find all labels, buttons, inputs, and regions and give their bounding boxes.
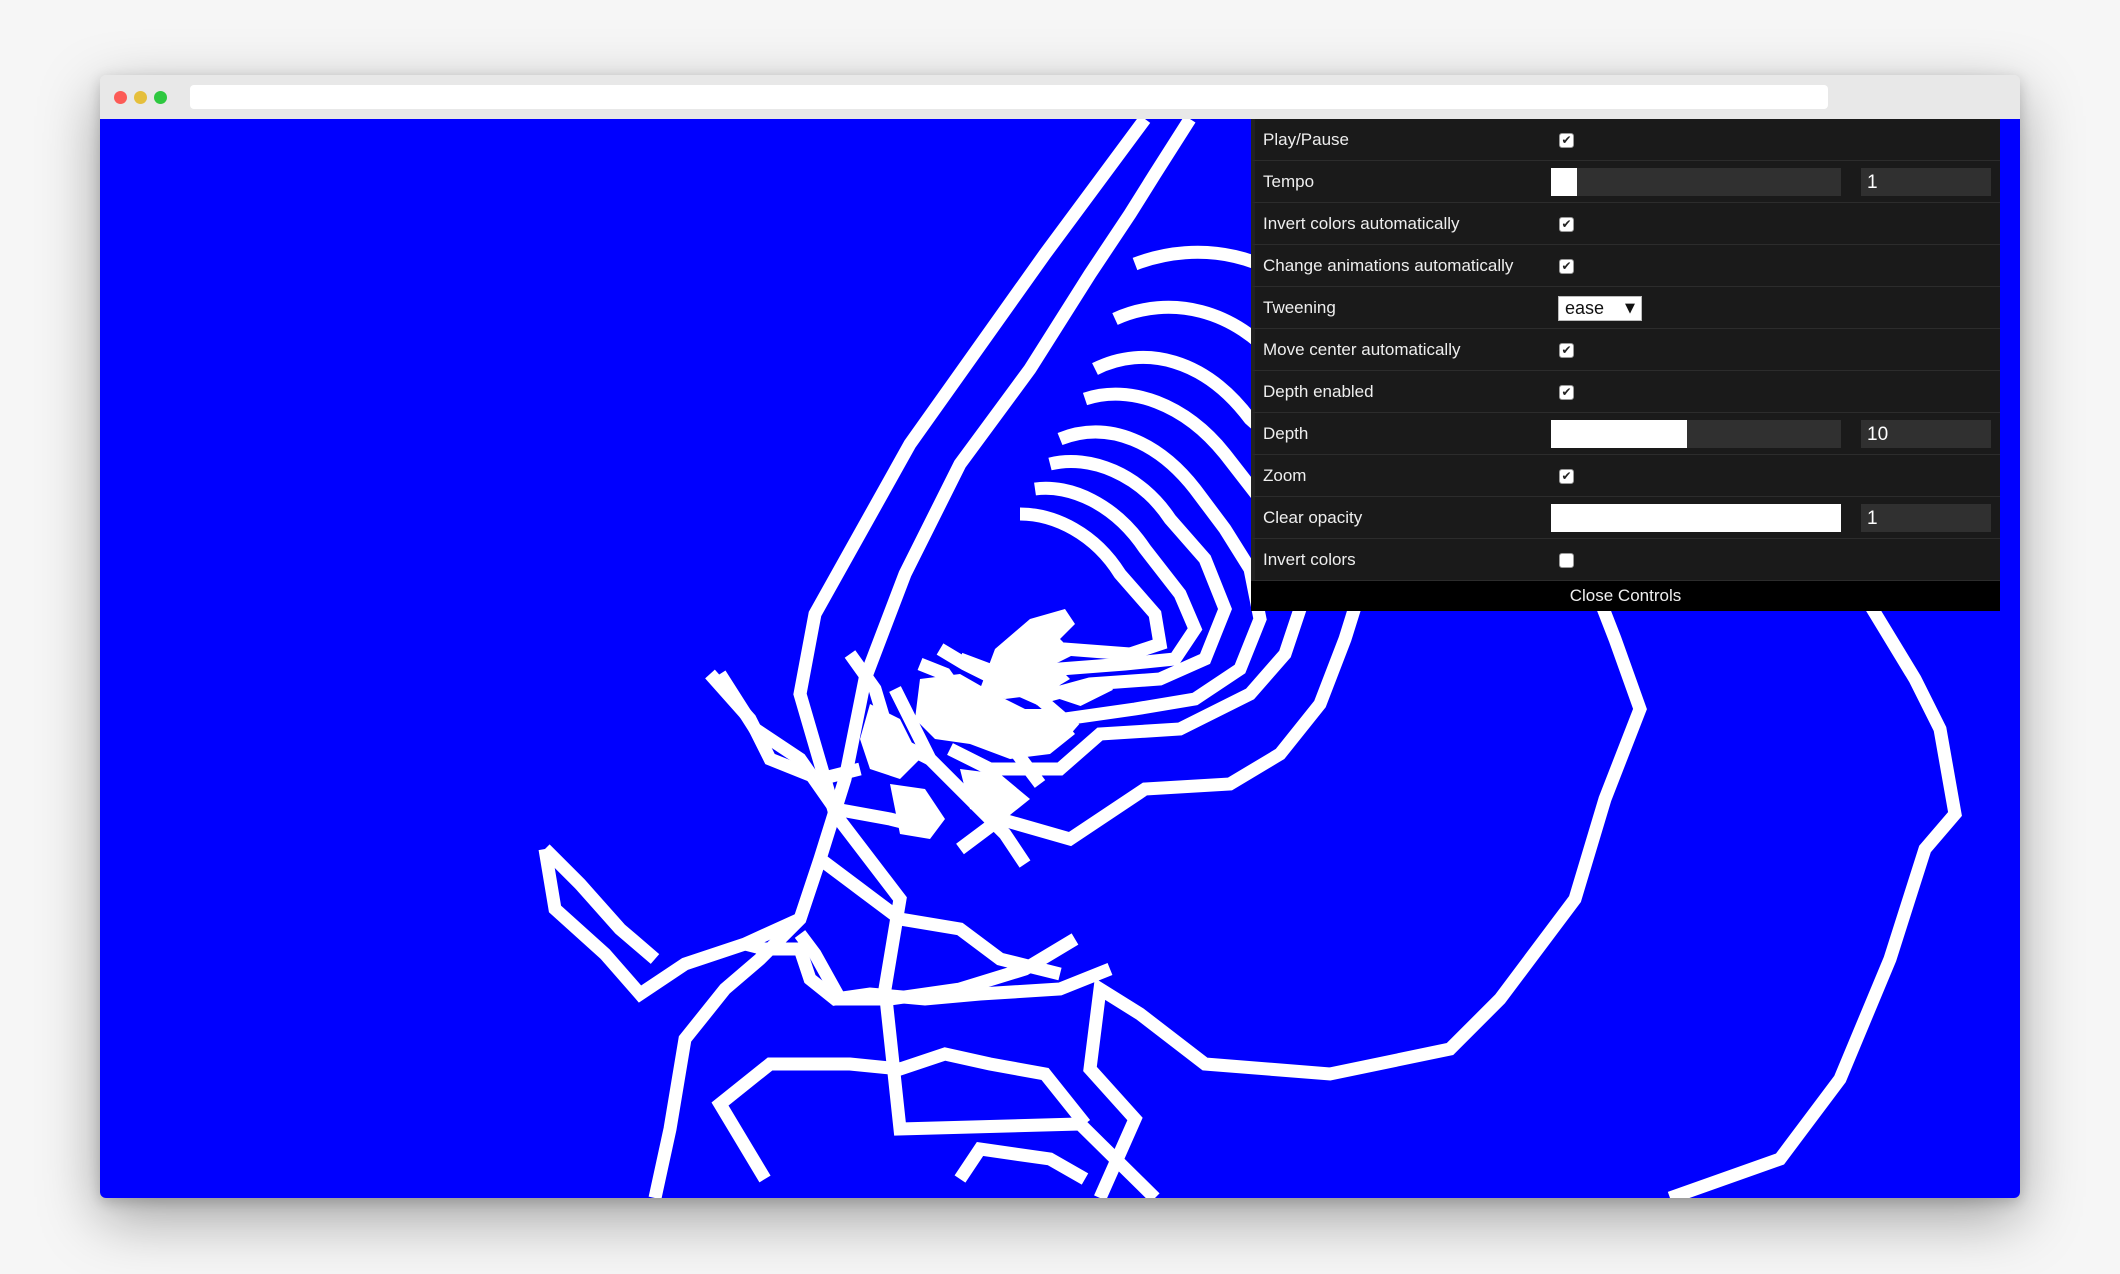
minimize-window-icon[interactable] <box>134 91 147 104</box>
control-invert-colors: Invert colors <box>1251 539 2000 581</box>
control-tweening: Tweening ease ▼ <box>1251 287 2000 329</box>
tempo-value-input[interactable]: 1 <box>1861 168 1991 196</box>
tweening-selected-value: ease <box>1565 298 1605 318</box>
depth-label: Depth <box>1263 424 1309 443</box>
browser-titlebar <box>100 75 2020 119</box>
invert-colors-label: Invert colors <box>1263 550 1356 569</box>
control-move-center-auto: Move center automatically <box>1251 329 2000 371</box>
invert-colors-checkbox[interactable] <box>1559 553 1574 568</box>
controls-panel: Play/Pause Tempo 1 Invert colors automat… <box>1251 119 2000 611</box>
animation-canvas[interactable]: Play/Pause Tempo 1 Invert colors automat… <box>100 119 2020 1198</box>
tempo-slider[interactable] <box>1551 168 1841 196</box>
control-tempo: Tempo 1 <box>1251 161 2000 203</box>
control-clear-opacity: Clear opacity 1 <box>1251 497 2000 539</box>
tweening-label: Tweening <box>1263 298 1336 317</box>
control-play-pause: Play/Pause <box>1251 119 2000 161</box>
play-pause-checkbox[interactable] <box>1559 133 1574 148</box>
clear-opacity-slider-fill <box>1551 504 1841 532</box>
address-bar[interactable] <box>190 85 1828 109</box>
invert-colors-auto-label: Invert colors automatically <box>1263 214 1460 233</box>
change-animations-auto-label: Change animations automatically <box>1263 256 1514 275</box>
depth-value-input[interactable]: 10 <box>1861 420 1991 448</box>
close-window-icon[interactable] <box>114 91 127 104</box>
clear-opacity-label: Clear opacity <box>1263 508 1363 527</box>
control-invert-colors-auto: Invert colors automatically <box>1251 203 2000 245</box>
maximize-window-icon[interactable] <box>154 91 167 104</box>
change-animations-auto-checkbox[interactable] <box>1559 259 1574 274</box>
depth-slider-fill <box>1551 420 1688 448</box>
zoom-label: Zoom <box>1263 466 1307 485</box>
play-pause-label: Play/Pause <box>1263 130 1349 149</box>
tempo-slider-fill <box>1551 168 1578 196</box>
move-center-auto-checkbox[interactable] <box>1559 343 1574 358</box>
close-controls-button[interactable]: Close Controls <box>1251 581 2000 611</box>
control-depth: Depth 10 <box>1251 413 2000 455</box>
tempo-label: Tempo <box>1263 172 1315 191</box>
depth-enabled-label: Depth enabled <box>1263 382 1374 401</box>
tweening-select[interactable]: ease ▼ <box>1558 296 1642 321</box>
control-zoom: Zoom <box>1251 455 2000 497</box>
depth-enabled-checkbox[interactable] <box>1559 385 1574 400</box>
browser-window: Play/Pause Tempo 1 Invert colors automat… <box>100 75 2020 1198</box>
move-center-auto-label: Move center automatically <box>1263 340 1461 359</box>
clear-opacity-slider[interactable] <box>1551 504 1841 532</box>
clear-opacity-value-input[interactable]: 1 <box>1861 504 1991 532</box>
depth-slider[interactable] <box>1551 420 1841 448</box>
invert-colors-auto-checkbox[interactable] <box>1559 217 1574 232</box>
control-change-animations-auto: Change animations automatically <box>1251 245 2000 287</box>
zoom-checkbox[interactable] <box>1559 469 1574 484</box>
control-depth-enabled: Depth enabled <box>1251 371 2000 413</box>
dropdown-arrow-icon: ▼ <box>1625 301 1635 316</box>
